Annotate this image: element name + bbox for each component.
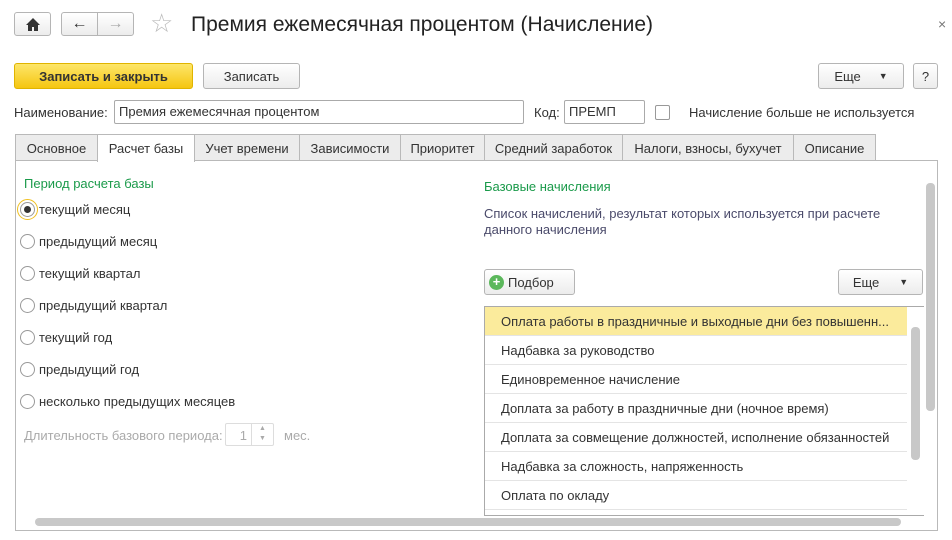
radio-icon: [20, 394, 35, 409]
radio-several-months[interactable]: несколько предыдущих месяцев: [20, 394, 235, 409]
name-label: Наименование:: [14, 105, 108, 120]
panel-horizontal-scrollbar[interactable]: [35, 518, 901, 526]
more-label: Еще: [834, 68, 861, 84]
arrow-left-icon: ←: [71, 15, 88, 32]
save-and-close-button[interactable]: Записать и закрыть: [14, 63, 193, 89]
list-item[interactable]: Надбавка за руководство: [485, 336, 907, 365]
list-item[interactable]: Единовременное начисление: [485, 365, 907, 394]
radio-checked-icon: [17, 199, 38, 220]
unused-checkbox[interactable]: [655, 105, 670, 120]
list-scrollbar[interactable]: [911, 327, 920, 460]
radio-label: текущий год: [39, 330, 113, 345]
radio-label: текущий месяц: [39, 202, 131, 217]
list-item[interactable]: Надбавка за сложность, напряженность: [485, 452, 907, 481]
back-button[interactable]: ←: [61, 12, 98, 36]
radio-icon: [20, 362, 35, 377]
period-section-title: Период расчета базы: [24, 176, 154, 191]
stepper-arrows-icon[interactable]: ▲ ▼: [251, 424, 273, 445]
radio-icon: [20, 266, 35, 281]
list-item[interactable]: Доплата за работу в праздничные дни (ноч…: [485, 394, 907, 423]
panel-vertical-scrollbar[interactable]: [926, 183, 935, 411]
duration-unit: мес.: [284, 428, 311, 443]
radio-icon: [20, 298, 35, 313]
tab-main[interactable]: Основное: [15, 134, 98, 161]
radio-label: предыдущий квартал: [39, 298, 168, 313]
pick-button[interactable]: + Подбор: [484, 269, 575, 295]
list-more-label: Еще: [852, 274, 880, 290]
radio-icon: [20, 234, 35, 249]
duration-value: 1: [239, 428, 247, 443]
more-button[interactable]: Еще ▼: [818, 63, 904, 89]
radio-label: предыдущий месяц: [39, 234, 158, 249]
radio-previous-year[interactable]: предыдущий год: [20, 362, 139, 377]
radio-current-year[interactable]: текущий год: [20, 330, 112, 345]
code-label: Код:: [534, 105, 560, 120]
tab-taxes[interactable]: Налоги, взносы, бухучет: [622, 134, 794, 161]
chevron-down-icon: ▼: [899, 277, 909, 287]
duration-stepper[interactable]: 1 ▲ ▼: [225, 423, 274, 446]
save-button[interactable]: Записать: [203, 63, 300, 89]
list-item[interactable]: Оплата работы в праздничные и выходные д…: [485, 307, 907, 336]
name-field[interactable]: Премия ежемесячная процентом: [114, 100, 524, 124]
pick-label: Подбор: [508, 274, 554, 290]
star-favorite-icon[interactable]: ☆: [150, 8, 173, 39]
radio-previous-month[interactable]: предыдущий месяц: [20, 234, 157, 249]
chevron-down-icon: ▼: [878, 71, 888, 81]
radio-current-quarter[interactable]: текущий квартал: [20, 266, 140, 281]
radio-label: текущий квартал: [39, 266, 141, 281]
arrow-right-icon: →: [107, 15, 124, 32]
duration-label: Длительность базового периода:: [24, 428, 223, 443]
radio-previous-quarter[interactable]: предыдущий квартал: [20, 298, 167, 313]
home-icon: [25, 17, 40, 31]
tab-priority[interactable]: Приоритет: [400, 134, 485, 161]
home-button[interactable]: [14, 12, 51, 36]
radio-label: предыдущий год: [39, 362, 140, 377]
tab-base-calc[interactable]: Расчет базы: [97, 134, 195, 162]
base-description: Список начислений, результат которых исп…: [484, 206, 881, 237]
close-icon[interactable]: ×: [938, 16, 946, 32]
radio-label: несколько предыдущих месяцев: [39, 394, 236, 409]
tab-time-accounting[interactable]: Учет времени: [194, 134, 300, 161]
list-item[interactable]: Оплата по окладу: [485, 481, 907, 510]
radio-current-month[interactable]: текущий месяц: [17, 199, 131, 220]
list-more-button[interactable]: Еще ▼: [838, 269, 923, 295]
code-field[interactable]: ПРЕМП: [564, 100, 645, 124]
list-item[interactable]: Доплата за совмещение должностей, исполн…: [485, 423, 907, 452]
unused-label: Начисление больше не используется: [689, 105, 915, 120]
forward-button[interactable]: →: [97, 12, 134, 36]
base-section-title: Базовые начисления: [484, 179, 611, 194]
page-title: Премия ежемесячная процентом (Начисление…: [191, 13, 654, 36]
tab-description[interactable]: Описание: [793, 134, 876, 161]
tab-average-earnings[interactable]: Средний заработок: [484, 134, 623, 161]
help-button[interactable]: ?: [913, 63, 938, 89]
tab-dependencies[interactable]: Зависимости: [299, 134, 401, 161]
radio-icon: [20, 330, 35, 345]
plus-circle-icon: +: [489, 274, 504, 290]
